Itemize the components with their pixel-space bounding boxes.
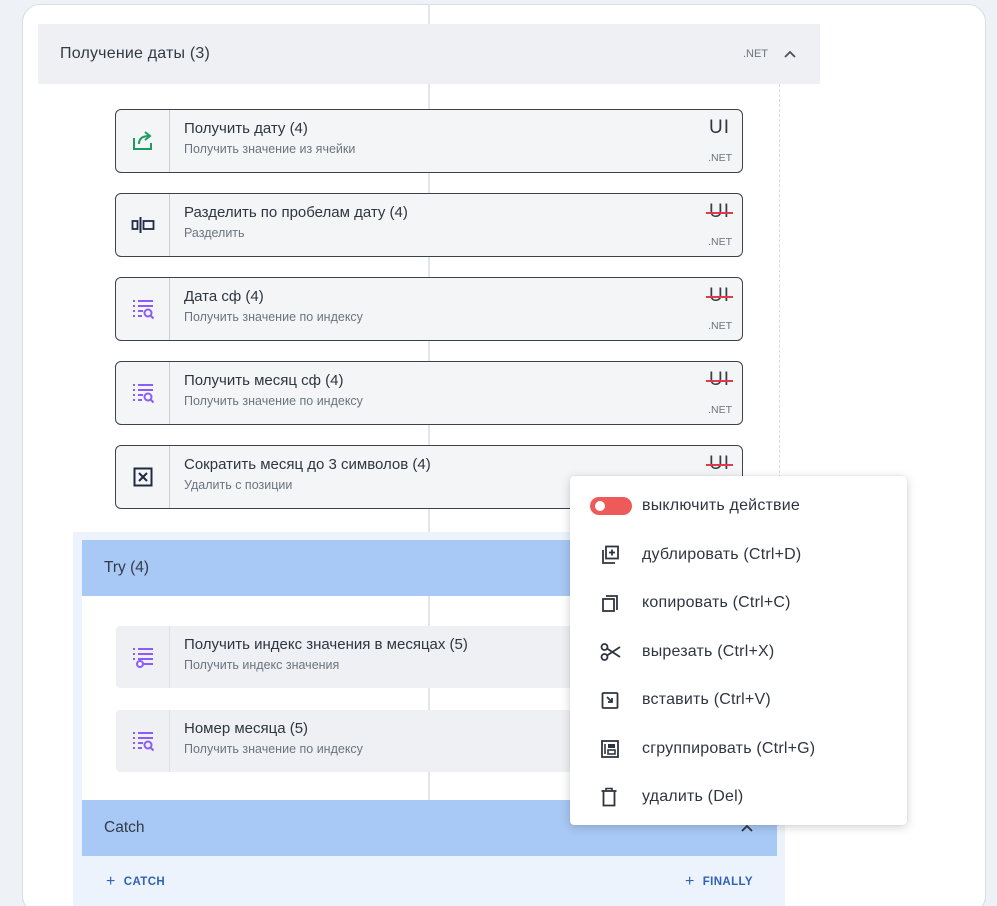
- action-subtitle: Разделить: [184, 226, 245, 240]
- action-title: Дата сф (4): [184, 288, 264, 305]
- split-icon: [116, 194, 170, 256]
- menu-item-group[interactable]: сгруппировать (Ctrl+G): [570, 725, 907, 774]
- add-finally-label: FINALLY: [702, 876, 753, 888]
- menu-item-label: вставить (Ctrl+V): [642, 691, 771, 709]
- platform-badge: .NET: [708, 236, 732, 248]
- copy-icon: [590, 592, 632, 614]
- menu-item-delete[interactable]: удалить (Del): [570, 773, 907, 822]
- action-subtitle: Получить значение по индексу: [184, 310, 363, 324]
- action-subtitle: Получить значение по индексу: [184, 742, 363, 756]
- ui-badge-disabled: UI: [706, 453, 733, 474]
- platform-badge: .NET: [708, 320, 732, 332]
- group-icon: [590, 738, 632, 760]
- menu-item-duplicate[interactable]: дублировать (Ctrl+D): [570, 531, 907, 580]
- platform-badge: .NET: [708, 152, 732, 164]
- action-subtitle: Получить значение из ячейки: [184, 142, 356, 156]
- menu-item-label: копировать (Ctrl+C): [642, 594, 791, 612]
- add-catch-label: CATCH: [123, 876, 166, 888]
- action-card[interactable]: Дата сф (4) Получить значение по индексу…: [115, 277, 743, 341]
- list-search-icon: [116, 710, 170, 772]
- ui-badge: UI: [709, 117, 730, 138]
- platform-badge: .NET: [708, 404, 732, 416]
- action-title: Получить индекс значения в месяцах (5): [184, 636, 468, 653]
- flow-connector: [428, 4, 430, 24]
- menu-item-paste[interactable]: вставить (Ctrl+V): [570, 676, 907, 725]
- action-title: Разделить по пробелам дату (4): [184, 204, 408, 221]
- action-title: Сократить месяц до 3 символов (4): [184, 456, 431, 473]
- duplicate-icon: [590, 544, 632, 566]
- action-subtitle: Получить индекс значения: [184, 658, 340, 672]
- menu-item-label: вырезать (Ctrl+X): [642, 642, 775, 660]
- action-subtitle: Получить значение по индексу: [184, 394, 363, 408]
- group-platform-tag: .NET: [742, 48, 768, 60]
- export-icon: [116, 110, 170, 172]
- list-search-icon: [116, 278, 170, 340]
- plus-icon: +: [684, 873, 695, 890]
- toggle-icon[interactable]: [590, 497, 632, 516]
- action-card[interactable]: Разделить по пробелам дату (4) Разделить…: [115, 193, 743, 257]
- ui-badge-disabled: UI: [706, 285, 733, 306]
- menu-item-label: удалить (Del): [642, 788, 744, 806]
- action-card[interactable]: Получить индекс значения в месяцах (5) П…: [116, 626, 586, 688]
- context-menu: выключить действие дублировать (Ctrl+D) …: [570, 476, 907, 825]
- menu-item-label: дублировать (Ctrl+D): [642, 545, 802, 563]
- action-title: Номер месяца (5): [184, 720, 309, 737]
- menu-item-copy[interactable]: копировать (Ctrl+C): [570, 579, 907, 628]
- scissors-icon: [590, 641, 632, 663]
- try-title: Try (4): [104, 559, 150, 576]
- plus-icon: +: [106, 873, 116, 890]
- chevron-up-icon[interactable]: [782, 46, 798, 62]
- add-finally-button[interactable]: + FINALLY: [685, 873, 753, 891]
- menu-item-label: сгруппировать (Ctrl+G): [642, 739, 816, 757]
- group-title: Получение даты (3): [60, 45, 211, 62]
- action-card[interactable]: Получить месяц сф (4) Получить значение …: [115, 361, 743, 425]
- ui-badge-disabled: UI: [706, 369, 733, 390]
- action-title: Получить месяц сф (4): [184, 372, 344, 389]
- list-search-icon: [116, 362, 170, 424]
- menu-item-cut[interactable]: вырезать (Ctrl+X): [570, 628, 907, 677]
- add-handlers-row: + CATCH + FINALLY: [82, 862, 777, 902]
- menu-item-label: выключить действие: [642, 497, 800, 515]
- menu-item-disable[interactable]: выключить действие: [570, 482, 907, 531]
- remove-box-icon: [116, 446, 170, 508]
- list-index-icon: [116, 626, 170, 688]
- action-title: Получить дату (4): [184, 120, 308, 137]
- ui-badge-disabled: UI: [706, 201, 733, 222]
- add-catch-button[interactable]: + CATCH: [106, 873, 165, 891]
- action-card[interactable]: Номер месяца (5) Получить значение по ин…: [116, 710, 586, 772]
- group-header[interactable]: Получение даты (3) .NET: [38, 24, 820, 84]
- paste-icon: [590, 689, 632, 711]
- trash-icon: [590, 786, 632, 808]
- action-card[interactable]: Получить дату (4) Получить значение из я…: [115, 109, 743, 173]
